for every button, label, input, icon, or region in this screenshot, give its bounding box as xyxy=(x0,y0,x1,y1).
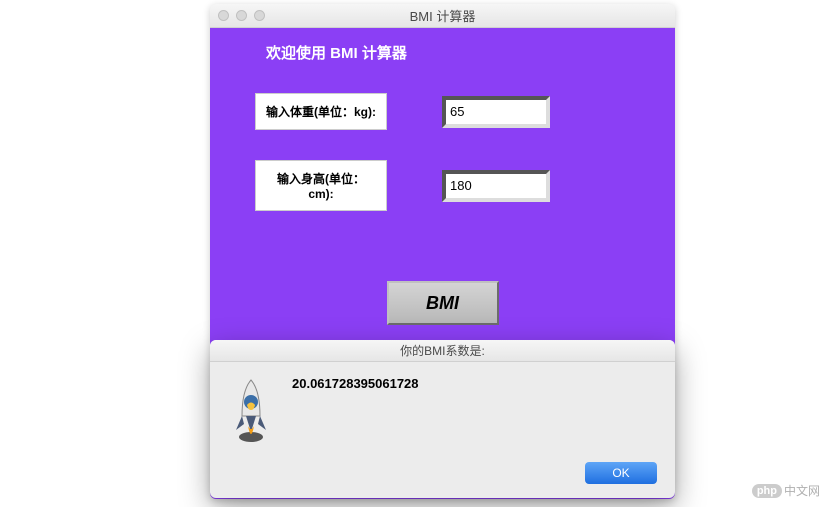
weight-label: 输入体重(单位：kg): xyxy=(255,93,387,130)
minimize-window-button[interactable] xyxy=(236,10,247,21)
height-input-wrap xyxy=(442,170,550,202)
php-badge: php xyxy=(752,484,782,498)
watermark: php 中文网 xyxy=(752,482,820,499)
weight-row: 输入体重(单位：kg): xyxy=(255,93,675,130)
height-row: 输入身高(单位：cm): xyxy=(255,160,675,211)
zoom-window-button[interactable] xyxy=(254,10,265,21)
ok-button[interactable]: OK xyxy=(585,462,657,484)
close-window-button[interactable] xyxy=(218,10,229,21)
calculate-bmi-button[interactable]: BMI xyxy=(387,281,499,325)
dialog-message: 20.061728395061728 xyxy=(292,376,419,391)
dialog-body: 20.061728395061728 xyxy=(210,362,675,444)
titlebar: BMI 计算器 xyxy=(210,4,675,28)
result-dialog: 你的BMI系数是: 20.061728395061728 OK xyxy=(210,340,675,498)
watermark-text: 中文网 xyxy=(784,482,820,499)
welcome-heading: 欢迎使用 BMI 计算器 xyxy=(266,42,675,63)
weight-input[interactable] xyxy=(446,104,546,119)
height-label: 输入身高(单位：cm): xyxy=(255,160,387,211)
rocket-icon xyxy=(230,374,272,444)
dialog-footer: OK xyxy=(585,462,657,484)
dialog-title: 你的BMI系数是: xyxy=(210,340,675,362)
weight-input-wrap xyxy=(442,96,550,128)
height-input[interactable] xyxy=(446,178,546,193)
window-title: BMI 计算器 xyxy=(210,6,675,25)
window-controls xyxy=(218,10,265,21)
